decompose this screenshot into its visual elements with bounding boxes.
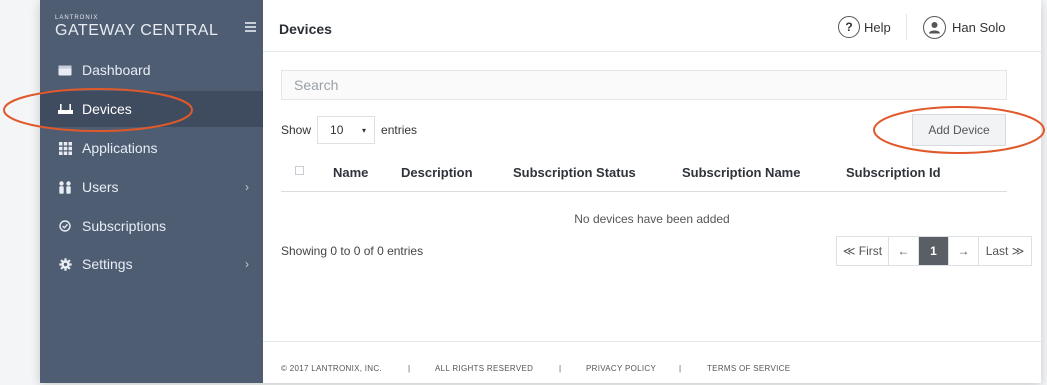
add-device-button[interactable]: Add Device [912, 114, 1006, 146]
chevron-right-icon: › [245, 257, 249, 271]
privacy-policy-link[interactable]: PRIVACY POLICY [586, 364, 656, 373]
column-header-subscription-name[interactable]: Subscription Name [682, 165, 800, 180]
entries-length-control: Show 10 ▾ entries [281, 116, 417, 144]
users-icon [56, 180, 74, 194]
column-header-description[interactable]: Description [401, 165, 473, 180]
terms-of-service-link[interactable]: TERMS OF SERVICE [707, 364, 790, 373]
divider [906, 14, 907, 40]
pagination: ≪ First ← 1 → Last ≫ [836, 236, 1032, 266]
entries-label: entries [381, 123, 418, 137]
show-label: Show [281, 123, 312, 137]
chevron-right-icon: › [245, 180, 249, 194]
caret-down-icon: ▾ [362, 125, 367, 135]
check-circle-icon [56, 220, 74, 232]
gear-icon [56, 257, 74, 271]
user-name: Han Solo [952, 20, 1006, 35]
help-link[interactable]: ? Help [838, 16, 891, 38]
copyright-text: © 2017 LANTRONIX, INC. [281, 364, 382, 373]
search-input[interactable] [281, 70, 1007, 100]
sidebar-item-applications[interactable]: Applications [40, 130, 263, 166]
entries-select[interactable]: 10 ▾ [317, 116, 376, 144]
sidebar-item-label: Dashboard [82, 62, 151, 78]
brand-name: GATEWAY CENTRAL [55, 22, 219, 39]
top-bar: Devices ? Help Han Solo [263, 0, 1041, 52]
first-page-button[interactable]: ≪ First [837, 237, 889, 265]
sidebar-item-devices[interactable]: Devices [40, 91, 263, 127]
help-label: Help [864, 19, 891, 35]
user-menu[interactable]: Han Solo [923, 16, 1005, 39]
column-header-subscription-id[interactable]: Subscription Id [846, 165, 941, 180]
sidebar: LANTRONIX GATEWAY CENTRAL Dashboard Devi… [40, 0, 263, 383]
sidebar-item-label: Settings [82, 256, 133, 272]
rights-text: ALL RIGHTS RESERVED [435, 364, 534, 373]
column-header-name[interactable]: Name [333, 165, 368, 180]
help-icon: ? [838, 16, 860, 38]
sidebar-item-subscriptions[interactable]: Subscriptions [40, 208, 263, 244]
sidebar-item-settings[interactable]: Settings › [40, 246, 263, 282]
column-header-subscription-status[interactable]: Subscription Status [513, 165, 636, 180]
next-page-button[interactable]: → [949, 237, 979, 265]
table-header: Name Description Subscription Status Sub… [281, 152, 1007, 192]
sidebar-item-users[interactable]: Users › [40, 169, 263, 205]
footer-separator: | [408, 364, 411, 373]
prev-page-button[interactable]: ← [889, 237, 919, 265]
dashboard-icon [56, 65, 74, 76]
router-icon [56, 103, 74, 115]
brand-small-text: LANTRONIX [55, 15, 99, 21]
avatar-icon [923, 16, 946, 39]
sidebar-item-label: Devices [82, 101, 132, 117]
brand-logo[interactable]: LANTRONIX GATEWAY CENTRAL [55, 14, 218, 40]
page-1-button[interactable]: 1 [919, 237, 949, 265]
page-title: Devices [279, 21, 332, 37]
table-info: Showing 0 to 0 of 0 entries [281, 244, 424, 258]
footer-separator: | [679, 364, 682, 373]
sidebar-item-label: Users [82, 179, 119, 195]
last-page-button[interactable]: Last ≫ [979, 237, 1031, 265]
menu-toggle-icon[interactable] [245, 22, 256, 32]
empty-table-message: No devices have been added [574, 212, 730, 226]
entries-value: 10 [330, 123, 344, 137]
main-content: Devices ? Help Han Solo Show 10 ▾ entrie… [263, 0, 1041, 383]
sidebar-item-label: Applications [82, 140, 158, 156]
footer: © 2017 LANTRONIX, INC. | ALL RIGHTS RESE… [263, 341, 1041, 383]
grid-icon [56, 141, 74, 155]
footer-separator: | [559, 364, 562, 373]
app-window: LANTRONIX GATEWAY CENTRAL Dashboard Devi… [40, 0, 1041, 383]
sidebar-item-dashboard[interactable]: Dashboard [40, 52, 263, 88]
sidebar-item-label: Subscriptions [82, 218, 167, 234]
select-all-checkbox[interactable] [295, 166, 304, 175]
